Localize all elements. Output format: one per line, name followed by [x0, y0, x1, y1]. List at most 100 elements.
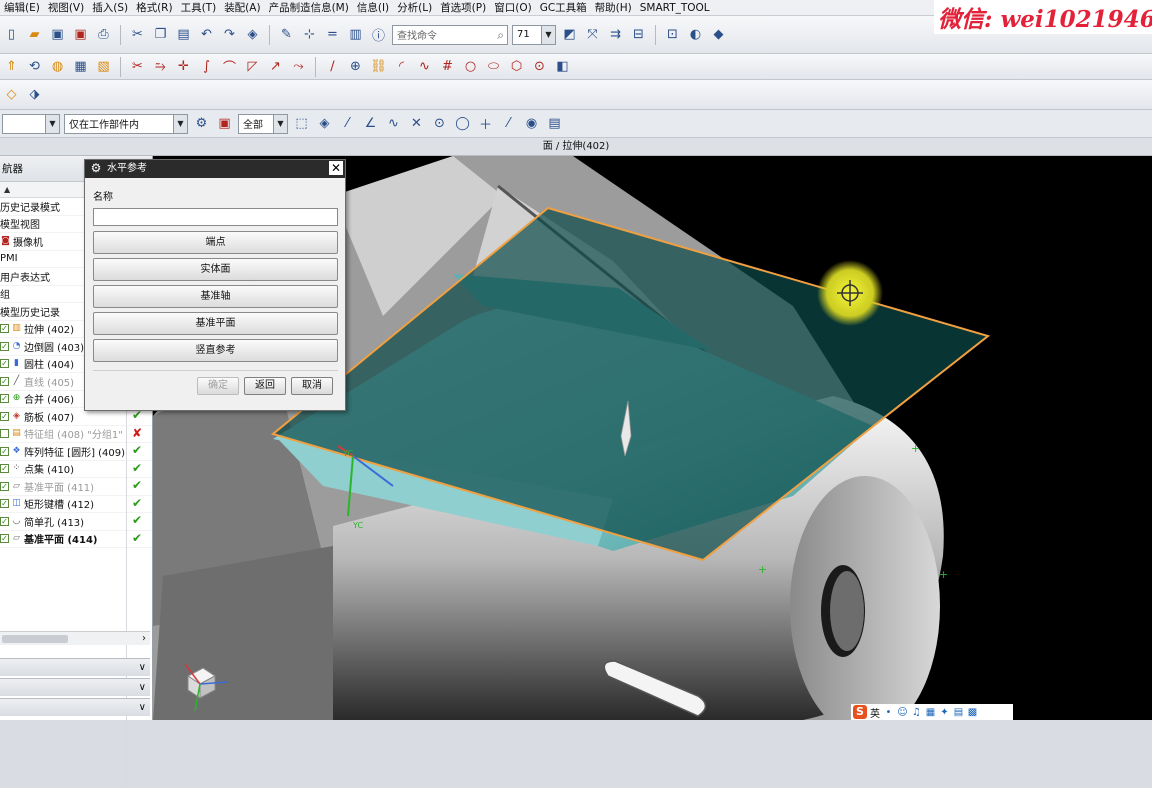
chevron-down-icon[interactable]: ▼ — [45, 114, 59, 133]
undo-icon[interactable]: ↶ — [197, 25, 216, 44]
layer-icon[interactable]: ▥ — [346, 25, 365, 44]
panel-section-2[interactable]: ∨ — [0, 678, 150, 696]
line-tool-icon[interactable]: ∕ — [323, 57, 342, 76]
ellipse-tool-icon[interactable]: ⬭ — [484, 57, 503, 76]
menu-help[interactable]: 帮助(H) — [591, 0, 636, 15]
snap-intersection-icon[interactable]: ✕ — [407, 114, 426, 133]
box-tool-icon[interactable]: ◧ — [553, 57, 572, 76]
menu-grid-icon[interactable]: ▩ — [967, 707, 978, 718]
menu-assembly[interactable]: 装配(A) — [220, 0, 264, 15]
cube-render-icon[interactable]: ◈ — [243, 25, 262, 44]
menu-info[interactable]: 信息(I) — [353, 0, 393, 15]
menu-view[interactable]: 视图(V) — [44, 0, 88, 15]
sogou-logo-icon[interactable]: S — [853, 705, 867, 719]
info-icon[interactable]: ⓘ — [369, 25, 388, 44]
datum-plane-button[interactable]: 基准平面 — [93, 312, 338, 335]
panel-section-3[interactable]: ∨ — [0, 698, 150, 716]
navigator-item[interactable]: ✓ ◡ 简单孔 (413) ✔ — [0, 513, 152, 531]
ime-mode[interactable]: 英 — [870, 705, 880, 720]
join-curve-icon[interactable]: ↗ — [266, 57, 285, 76]
filter-reset-icon[interactable]: ⚙ — [192, 114, 211, 133]
bridge-curve-icon[interactable]: ∫ — [197, 57, 216, 76]
revolve-tool-icon[interactable]: ⟲ — [25, 57, 44, 76]
equals-icon[interactable]: = — [323, 25, 342, 44]
menu-format[interactable]: 格式(R) — [132, 0, 177, 15]
chevron-down-icon[interactable]: ∨ — [139, 699, 146, 716]
keyboard-icon[interactable]: ▦ — [925, 707, 936, 718]
shaded-cube-icon[interactable]: ◆ — [709, 25, 728, 44]
scope-all-select[interactable]: 全部 ▼ — [238, 113, 288, 134]
paste-icon[interactable]: ▤ — [174, 25, 193, 44]
menu-window[interactable]: 窗口(O) — [490, 0, 535, 15]
trim-curve-icon[interactable]: ✂ — [128, 57, 147, 76]
measure-icon[interactable]: ⊟ — [629, 25, 648, 44]
visibility-checkbox[interactable]: ✓ — [0, 516, 9, 526]
save-icon[interactable]: ▣ — [48, 25, 67, 44]
navigator-item[interactable]: ✓ ▱ 基准平面 (414) ✔ — [0, 531, 152, 548]
curve-grid-icon[interactable]: # — [438, 57, 457, 76]
navigator-item[interactable]: ✓ ◫ 矩形键槽 (412) ✔ — [0, 496, 152, 513]
orient-icon[interactable]: ⇉ — [606, 25, 625, 44]
snap-on-curve-icon[interactable]: ⁄ — [499, 114, 518, 133]
new-file-icon[interactable]: ▯ — [2, 25, 21, 44]
navigator-item[interactable]: ✓ ⁘ 点集 (410) ✔ — [0, 461, 152, 478]
visibility-checkbox[interactable]: ✓ — [0, 446, 9, 456]
toolbox-icon[interactable]: ▤ — [953, 707, 964, 718]
cancel-button[interactable]: 取消 — [291, 377, 333, 395]
zoom-select[interactable]: 71 ▼ — [512, 24, 556, 45]
datum-axis-button[interactable]: 基准轴 — [93, 285, 338, 308]
view-triad-icon[interactable]: ◩ — [560, 25, 579, 44]
visibility-checkbox[interactable]: ✓ — [0, 324, 9, 334]
polygon-tool-icon[interactable]: ⬡ — [507, 57, 526, 76]
menu-edit[interactable]: 编辑(E) — [0, 0, 44, 15]
search-icon[interactable]: ⌕ — [497, 28, 504, 43]
snap-midpoint-icon[interactable]: ∠ — [361, 114, 380, 133]
dialog-titlebar[interactable]: ⚙ 水平参考 ✕ — [85, 160, 345, 178]
scroll-right-icon[interactable]: › — [142, 632, 146, 645]
visibility-checkbox[interactable]: ✓ — [0, 481, 9, 491]
punctuation-icon[interactable]: • — [883, 707, 894, 718]
solid-face-button[interactable]: 实体面 — [93, 258, 338, 281]
menu-preferences[interactable]: 首选项(P) — [436, 0, 490, 15]
snap-control-icon[interactable]: ∿ — [384, 114, 403, 133]
snap-existing-icon[interactable]: ＋ — [476, 114, 495, 133]
feature-select-icon[interactable]: ▣ — [215, 114, 234, 133]
visibility-checkbox[interactable]: ✓ — [0, 359, 9, 369]
ok-button[interactable]: 确定 — [197, 377, 239, 395]
fit-icon[interactable]: ⊡ — [663, 25, 682, 44]
microphone-icon[interactable]: ♫ — [911, 707, 922, 718]
chevron-down-icon[interactable]: ▼ — [273, 114, 287, 133]
menu-pmi[interactable]: 产品制造信息(M) — [265, 0, 353, 15]
selection-filter-icon[interactable]: ⬗ — [25, 85, 44, 104]
endpoint-button[interactable]: 端点 — [93, 231, 338, 254]
menu-smart-tool[interactable]: SMART_TOOL — [636, 0, 714, 15]
panel-section-1[interactable]: ∨ — [0, 658, 150, 676]
boss-tool-icon[interactable]: ▦ — [71, 57, 90, 76]
chamfer-curve-icon[interactable]: ◸ — [243, 57, 262, 76]
snap-endpoint-icon[interactable]: ⁄ — [338, 114, 357, 133]
spline-tool-icon[interactable]: ∿ — [415, 57, 434, 76]
scroll-thumb[interactable] — [2, 635, 68, 643]
select-faces-icon[interactable]: ⬚ — [292, 114, 311, 133]
block-tool-icon[interactable]: ▧ — [94, 57, 113, 76]
redo-icon[interactable]: ↷ — [220, 25, 239, 44]
save-as-icon[interactable]: ▣ — [71, 25, 90, 44]
selection-scope-select[interactable]: 仅在工作部件内 ▼ — [64, 113, 188, 134]
skin-icon[interactable]: ✦ — [939, 707, 950, 718]
print-icon[interactable]: ⎙ — [94, 25, 113, 44]
chevron-down-icon[interactable]: ∨ — [139, 659, 146, 676]
select-body-icon[interactable]: ◈ — [315, 114, 334, 133]
visibility-checkbox[interactable]: ✓ — [0, 341, 9, 351]
arc-tool-icon[interactable]: ◜ — [392, 57, 411, 76]
navigator-item[interactable]: ▤ 特征组 (408) "分组1" ✘ — [0, 426, 152, 443]
snap-off-icon[interactable]: ◉ — [522, 114, 541, 133]
snap-point-icon[interactable]: ◇ — [2, 85, 21, 104]
visibility-checkbox[interactable]: ✓ — [0, 411, 9, 421]
link-tool-icon[interactable]: ⛓ — [369, 57, 388, 76]
visibility-checkbox[interactable]: ✓ — [0, 376, 9, 386]
snap-view-icon[interactable]: ⤧ — [583, 25, 602, 44]
menu-gc-toolbox[interactable]: GC工具箱 — [536, 0, 591, 15]
close-icon[interactable]: ✕ — [329, 161, 343, 175]
navigator-item[interactable]: ✓ ▱ 基准平面 (411) ✔ — [0, 478, 152, 496]
sketch-icon[interactable]: ✎ — [277, 25, 296, 44]
